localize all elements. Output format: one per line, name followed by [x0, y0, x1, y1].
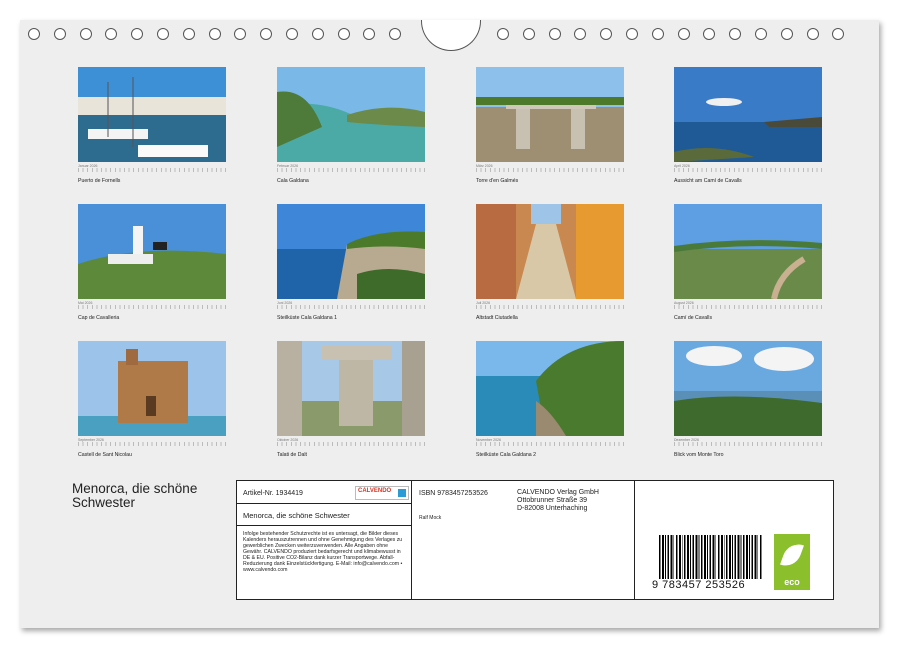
day-row [674, 168, 822, 172]
publisher-name: CALVENDO Verlag GmbH [517, 489, 599, 496]
day-row [674, 305, 822, 309]
photo-caption: Camí de Cavalls [674, 315, 713, 321]
mini-calendar: Juli 2026 [476, 301, 624, 309]
binding-ring [780, 28, 793, 40]
binding-ring [53, 28, 66, 40]
mini-calendar: Oktober 2026 [277, 438, 425, 446]
binding-ring [131, 28, 144, 40]
calendar-subtitle: Menorca, die schöne Schwester [243, 511, 350, 520]
month-photo [78, 204, 226, 299]
day-row [476, 305, 624, 309]
divider [634, 481, 635, 599]
barcode: 9 783457 253526 [652, 533, 770, 591]
photo-caption: Aussicht am Camí de Cavalls [674, 178, 742, 184]
binding-ring [28, 28, 40, 40]
day-row [277, 305, 425, 309]
month-photo [78, 341, 226, 436]
barcode-number: 9 783457 253526 [652, 579, 746, 591]
photo-caption: Cala Galdana [277, 178, 309, 184]
leaf-icon [780, 540, 804, 570]
photo-caption: Blick vom Monte Toro [674, 452, 724, 458]
month-photo [476, 67, 624, 162]
binding-ring [832, 28, 845, 40]
author: Ralf Mock [419, 515, 442, 521]
mini-calendar: Dezember 2026 [674, 438, 822, 446]
day-row [277, 442, 425, 446]
binding-ring [497, 28, 509, 40]
binding-ring [234, 28, 247, 40]
binding-ring [286, 28, 298, 40]
day-row [476, 168, 624, 172]
binding-ring [574, 28, 587, 40]
binding-ring [755, 28, 767, 40]
binding-ring [389, 28, 402, 40]
month-photo [674, 204, 822, 299]
month-photo [277, 341, 425, 436]
article-number: Artikel-Nr. 1934419 [243, 490, 303, 497]
day-row [78, 305, 226, 309]
binding-ring [806, 28, 819, 40]
divider [237, 503, 411, 504]
photo-caption: Puerto de Fornells [78, 178, 121, 184]
binding-ring [677, 28, 690, 40]
photo-caption: Castell de Sant Nicolau [78, 452, 132, 458]
photo-caption: Altstadt Ciutadella [476, 315, 518, 321]
binding-ring [105, 28, 118, 40]
calendar-title: Menorca, die schöne Schwester [72, 481, 198, 510]
day-row [78, 442, 226, 446]
binding-ring [729, 28, 742, 40]
mini-calendar: Januar 2026 [78, 164, 226, 172]
divider [237, 525, 411, 526]
month-photo [674, 67, 822, 162]
calvendo-logo: CALVENDO [355, 486, 409, 500]
month-photo [78, 67, 226, 162]
mini-calendar: August 2026 [674, 301, 822, 309]
binding-ring [363, 28, 376, 40]
day-row [476, 442, 624, 446]
eco-badge: eco [774, 534, 810, 590]
binding-ring [548, 28, 561, 40]
legal-text: Infolge bestehender Schutzrechte ist es … [243, 531, 403, 573]
binding-ring [626, 28, 638, 40]
binding-ring [157, 28, 169, 40]
mini-calendar: Juni 2026 [277, 301, 425, 309]
day-row [674, 442, 822, 446]
isbn: ISBN 9783457253526 [419, 490, 488, 497]
month-photo [674, 341, 822, 436]
binding-ring [522, 28, 535, 40]
binding-ring [337, 28, 350, 40]
photo-caption: Torre d'en Galmés [476, 178, 519, 184]
photo-caption: Cap de Cavalleria [78, 315, 120, 321]
month-photo [277, 204, 425, 299]
binding-ring [703, 28, 716, 40]
photo-caption: Talati de Dalt [277, 452, 307, 458]
binding-ring [182, 28, 195, 40]
binding-ring [651, 28, 664, 40]
mini-calendar: März 2026 [476, 164, 624, 172]
divider [411, 481, 412, 599]
publisher-street: Ottobrunner Straße 39 [517, 497, 588, 504]
month-photo [476, 341, 624, 436]
month-photo [476, 204, 624, 299]
binding-ring [79, 28, 92, 40]
month-photo [277, 67, 425, 162]
mini-calendar: Februar 2026 [277, 164, 425, 172]
day-row [277, 168, 425, 172]
binding-ring [311, 28, 324, 40]
binding-ring [208, 28, 221, 40]
mini-calendar: November 2026 [476, 438, 624, 446]
barcode-bars [659, 535, 763, 579]
binding-ring [600, 28, 613, 40]
photo-caption: Steilküste Cala Galdana 2 [476, 452, 536, 458]
mini-calendar: Mai 2026 [78, 301, 226, 309]
binding-ring [260, 28, 273, 40]
day-row [78, 168, 226, 172]
mini-calendar: September 2026 [78, 438, 226, 446]
publisher-city: D-82008 Unterhaching [517, 505, 588, 512]
mini-calendar: April 2026 [674, 164, 822, 172]
photo-caption: Steilküste Cala Galdana 1 [277, 315, 337, 321]
